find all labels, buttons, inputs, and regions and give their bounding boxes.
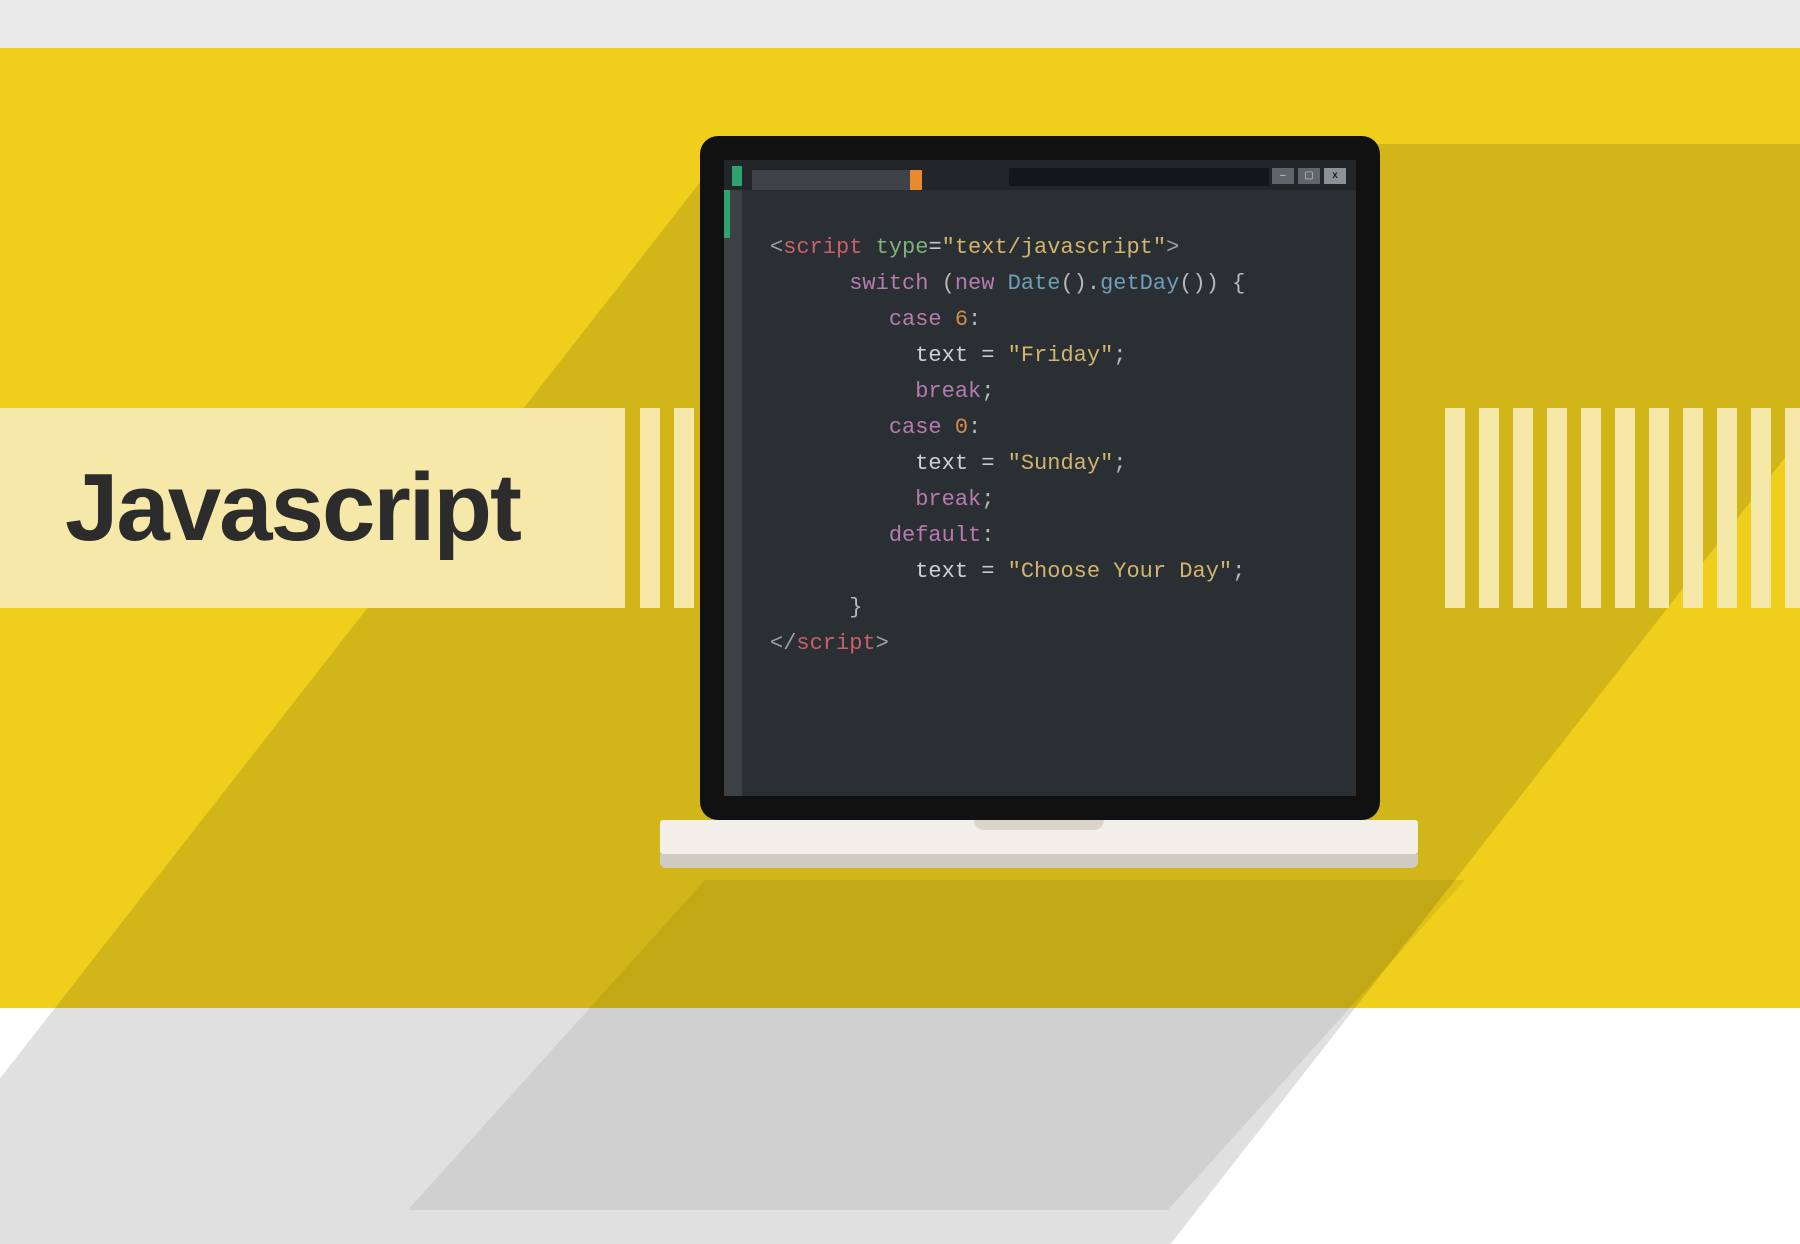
- code-token: new: [955, 271, 995, 296]
- code-token: :: [968, 415, 981, 440]
- decorative-bar: [1683, 408, 1703, 608]
- decorative-bar: [1513, 408, 1533, 608]
- code-token: ;: [1232, 559, 1245, 584]
- code-token: 0: [942, 415, 968, 440]
- code-token: text: [915, 343, 968, 368]
- code-token: Date: [994, 271, 1060, 296]
- code-token: <: [770, 235, 783, 260]
- code-token: switch: [849, 271, 928, 296]
- code-token: script: [796, 631, 875, 656]
- code-token: ()): [1179, 271, 1219, 296]
- address-field[interactable]: [1009, 168, 1269, 186]
- laptop-notch: [974, 820, 1104, 830]
- editor-tab-accent-icon: [910, 170, 922, 190]
- code-token: default: [889, 523, 981, 548]
- editor-gutter-accent-icon: [724, 190, 730, 238]
- decorative-bars-left: [640, 408, 694, 608]
- code-token: text: [915, 559, 968, 584]
- maximize-button[interactable]: ▢: [1298, 168, 1320, 184]
- code-token: ;: [981, 379, 994, 404]
- window-buttons: – ▢ x: [1272, 168, 1346, 184]
- title-band: Javascript: [0, 408, 625, 608]
- code-block: <script type="text/javascript"> switch (…: [770, 230, 1245, 662]
- code-token: :: [981, 523, 994, 548]
- code-token: ().: [1060, 271, 1100, 296]
- editor-tab[interactable]: [752, 170, 912, 190]
- code-token: >: [876, 631, 889, 656]
- decorative-bar: [1649, 408, 1669, 608]
- close-button[interactable]: x: [1324, 168, 1346, 184]
- code-token: >: [1166, 235, 1179, 260]
- editor-gutter: [724, 190, 742, 796]
- decorative-bar: [1479, 408, 1499, 608]
- code-token: ;: [1113, 451, 1126, 476]
- code-token: {: [1219, 271, 1245, 296]
- code-token: ;: [981, 487, 994, 512]
- code-token: :: [968, 307, 981, 332]
- code-token: "Choose Your Day": [1008, 559, 1232, 584]
- decorative-bar: [1717, 408, 1737, 608]
- background-top-strip: [0, 0, 1800, 48]
- code-token: "Sunday": [1008, 451, 1114, 476]
- code-token: (: [928, 271, 954, 296]
- decorative-bar: [1785, 408, 1800, 608]
- code-token: =: [968, 343, 1008, 368]
- laptop-screen-bezel: – ▢ x <script type="text/javascript"> sw…: [700, 136, 1380, 820]
- code-token: ;: [1113, 343, 1126, 368]
- code-token: break: [915, 379, 981, 404]
- code-token: "Friday": [1008, 343, 1114, 368]
- code-token: =: [968, 451, 1008, 476]
- laptop: – ▢ x <script type="text/javascript"> sw…: [700, 136, 1380, 854]
- code-token: =: [928, 235, 941, 260]
- code-token: 6: [942, 307, 968, 332]
- laptop-base: [660, 820, 1418, 854]
- code-token: }: [849, 595, 862, 620]
- decorative-bar: [1615, 408, 1635, 608]
- code-token: </: [770, 631, 796, 656]
- decorative-bar: [640, 408, 660, 608]
- decorative-bar: [1445, 408, 1465, 608]
- code-token: break: [915, 487, 981, 512]
- page-title: Javascript: [65, 453, 520, 563]
- editor-screen: – ▢ x <script type="text/javascript"> sw…: [724, 160, 1356, 796]
- code-token: case: [889, 307, 942, 332]
- decorative-bars-right: [1445, 408, 1800, 608]
- code-token: type: [876, 235, 929, 260]
- minimize-button[interactable]: –: [1272, 168, 1294, 184]
- code-token: getDay: [1100, 271, 1179, 296]
- decorative-bar: [1581, 408, 1601, 608]
- decorative-bar: [674, 408, 694, 608]
- editor-appbar: – ▢ x: [724, 160, 1356, 190]
- code-token: "text/javascript": [942, 235, 1166, 260]
- laptop-base-edge: [660, 854, 1418, 868]
- code-token: =: [968, 559, 1008, 584]
- code-token: case: [889, 415, 942, 440]
- decorative-bar: [1547, 408, 1567, 608]
- appbar-accent-icon: [732, 166, 742, 186]
- decorative-bar: [1751, 408, 1771, 608]
- code-token: text: [915, 451, 968, 476]
- code-token: script: [783, 235, 862, 260]
